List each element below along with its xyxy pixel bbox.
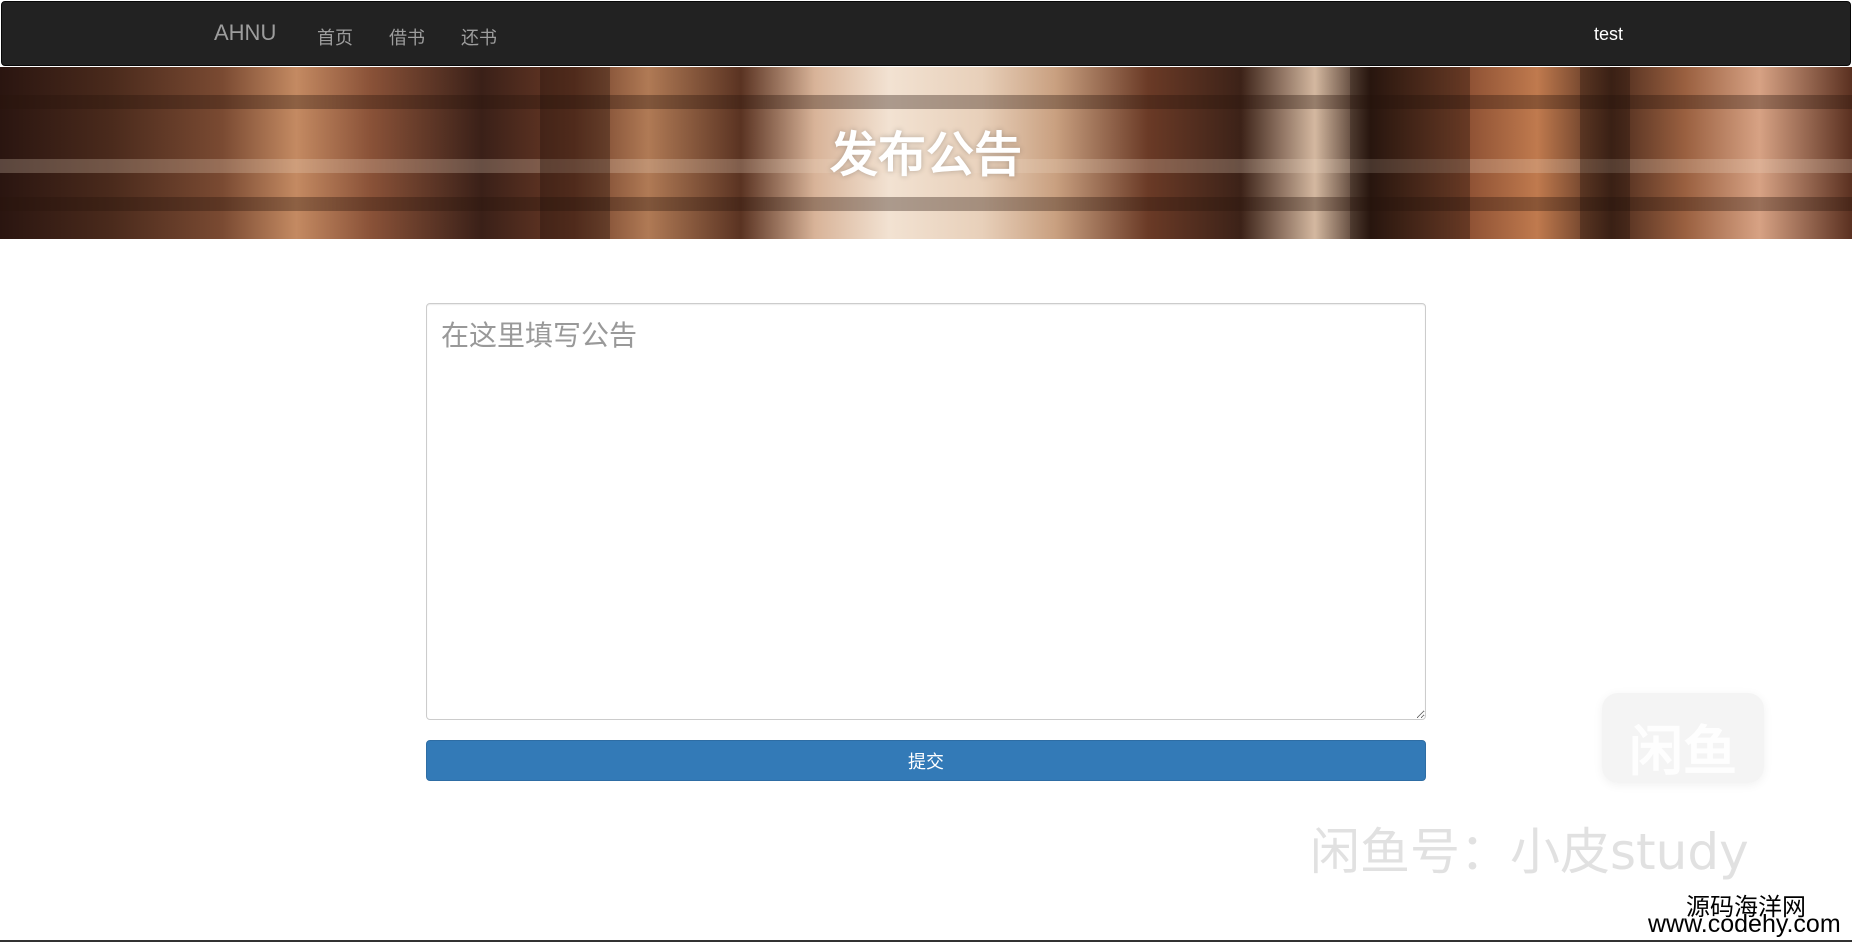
submit-button[interactable]: 提交: [426, 740, 1426, 781]
brand-link[interactable]: AHNU: [214, 20, 276, 46]
watermark-badge-text: 闲鱼: [1629, 720, 1737, 783]
banner-shelf-decoration: [0, 197, 1852, 211]
site-watermark-url: www.codehy.com: [1648, 910, 1841, 938]
nav-link-borrow[interactable]: 借书: [389, 24, 425, 50]
page-title: 发布公告: [829, 127, 1022, 183]
nav-link-return[interactable]: 还书: [461, 24, 497, 50]
notice-textarea[interactable]: [426, 303, 1426, 720]
top-navbar: AHNU 首页 借书 还书 test: [1, 1, 1851, 66]
nav-link-home[interactable]: 首页: [317, 24, 353, 50]
header-banner: 发布公告: [0, 67, 1852, 239]
watermark-badge: 闲鱼: [1602, 693, 1764, 783]
user-menu[interactable]: test: [1594, 24, 1623, 45]
watermark-handle: 闲鱼号：小皮study: [1310, 823, 1749, 881]
banner-shelf-decoration: [0, 95, 1852, 109]
